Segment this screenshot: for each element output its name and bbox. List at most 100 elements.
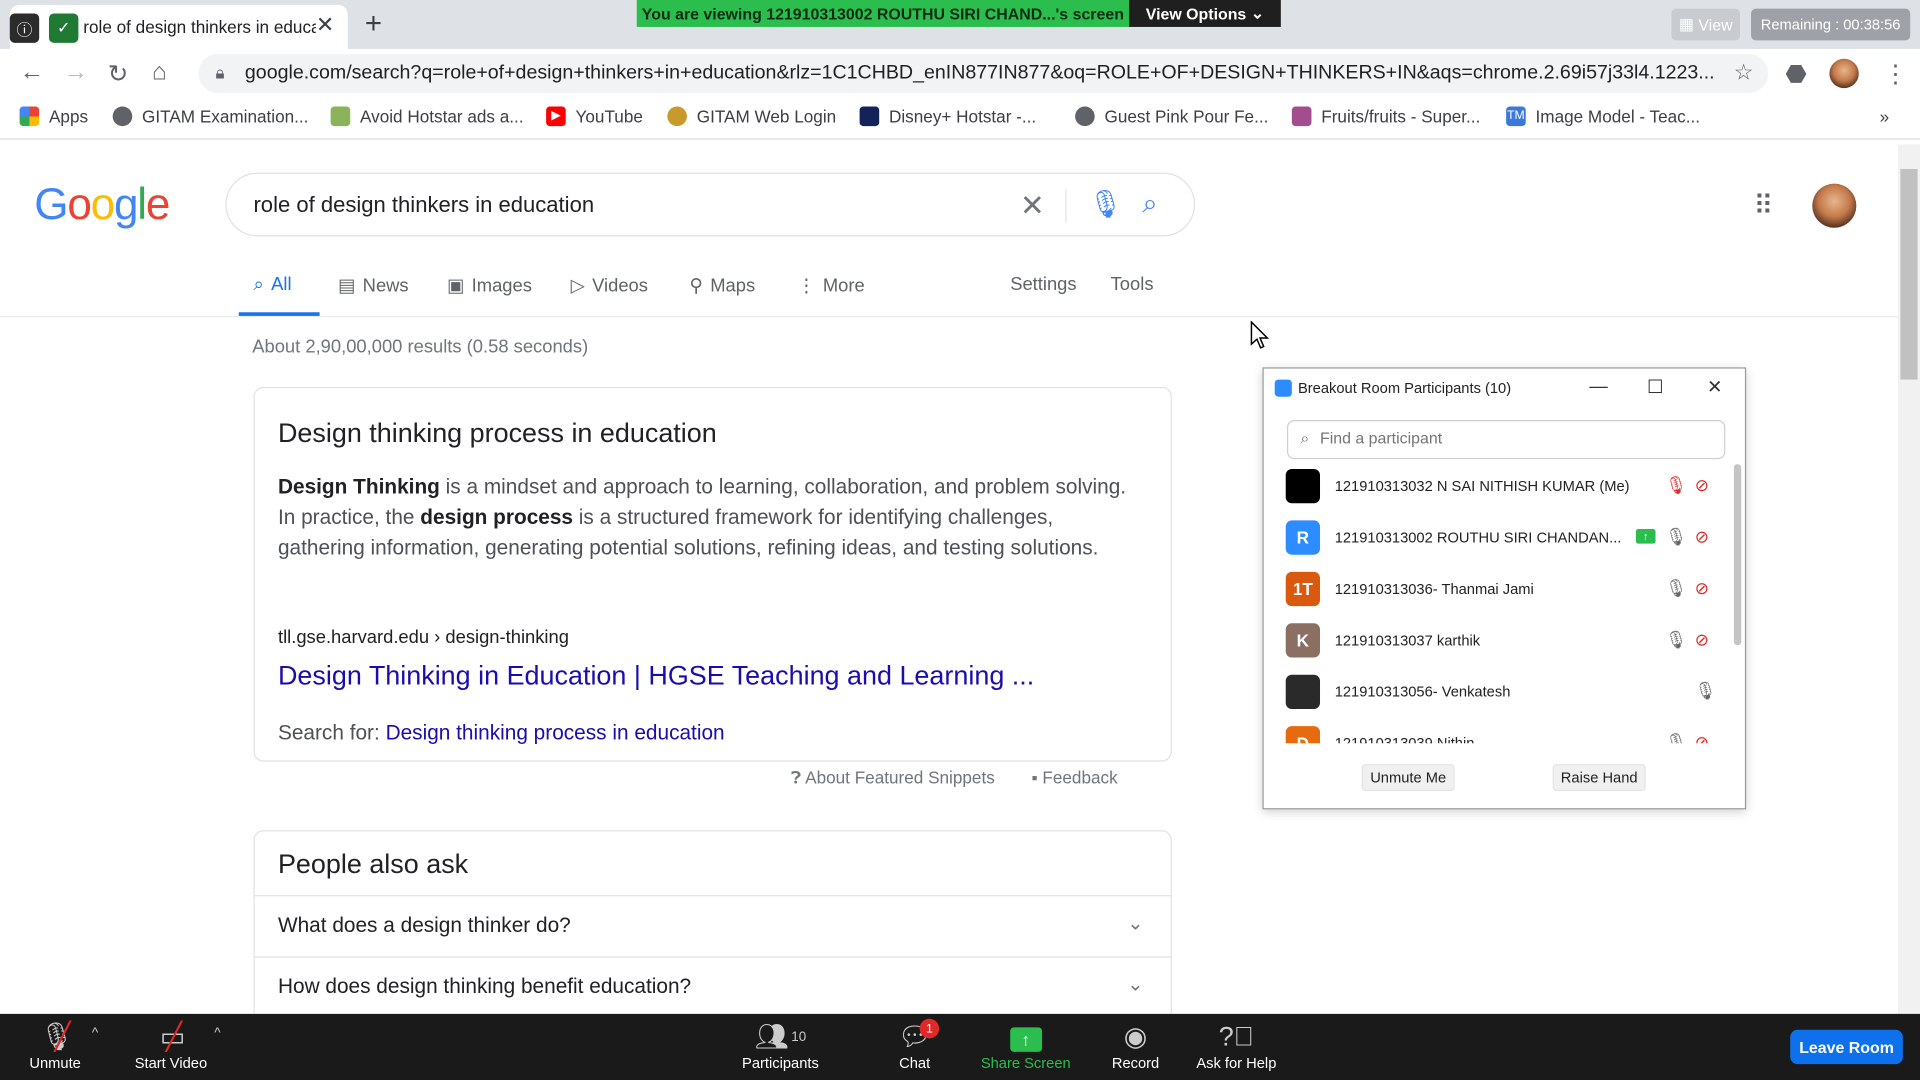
participant-row[interactable]: K 121910313037 karthik 🎙︎ ⊘	[1276, 616, 1727, 665]
browser-menu-icon[interactable]: ⋮	[1883, 59, 1907, 90]
extensions-icon[interactable]: ⬣	[1785, 59, 1806, 90]
view-button[interactable]: ▦ View	[1671, 8, 1741, 41]
close-icon[interactable]: ✕	[1707, 376, 1722, 398]
snippet-body: Design Thinking is a mindset and approac…	[278, 471, 1135, 563]
feedback-link[interactable]: ▪ Feedback	[1032, 768, 1118, 789]
video-off-icon[interactable]: ⊘	[1695, 629, 1709, 650]
back-icon[interactable]: ←	[20, 59, 44, 87]
find-participant-input[interactable]	[1320, 428, 1712, 447]
paa-question[interactable]: How does design thinking benefit educati…	[254, 956, 1171, 1017]
more-icon: ⋮	[797, 275, 816, 297]
unmute-button[interactable]: 🎙︎╱ Unmute	[29, 1020, 80, 1071]
tab-images[interactable]: ▣ Images	[447, 274, 532, 296]
unmute-me-button[interactable]: Unmute Me	[1361, 764, 1455, 792]
bookmark-star-icon[interactable]: ☆	[1734, 60, 1754, 86]
tab-all[interactable]: ⌕ All	[253, 274, 291, 295]
bookmarks-overflow-icon[interactable]: »	[1880, 107, 1890, 127]
participant-row[interactable]: 1T 121910313036- Thanmai Jami 🎙︎ ⊘	[1276, 564, 1727, 613]
raise-hand-button[interactable]: Raise Hand	[1552, 764, 1646, 792]
video-off-icon[interactable]: ⊘	[1695, 732, 1709, 743]
active-tab-indicator	[238, 312, 320, 316]
bookmark-disney-hotstar[interactable]: Disney+ Hotstar -...	[859, 106, 1036, 127]
find-participant-field[interactable]: ⌕	[1286, 420, 1726, 460]
snippet-link[interactable]: Design Thinking in Education | HGSE Teac…	[278, 660, 1034, 692]
mic-icon[interactable]: 🎙︎	[1665, 527, 1687, 548]
video-off-icon[interactable]: ⊘	[1695, 578, 1709, 599]
google-logo[interactable]: Google	[34, 179, 170, 230]
tab-tools[interactable]: Tools	[1111, 274, 1154, 295]
participant-row[interactable]: 121910313056- Venkatesh 🎙︎	[1276, 667, 1727, 716]
tab-news[interactable]: ▤ News	[338, 274, 409, 296]
bookmark-apps[interactable]: Apps	[19, 106, 89, 127]
participant-row[interactable]: 121910313032 N SAI NITHISH KUMAR (Me) 🎙︎…	[1276, 462, 1727, 511]
tab-maps[interactable]: ⚲ Maps	[689, 274, 755, 296]
profile-avatar[interactable]	[1829, 58, 1859, 89]
mic-muted-icon[interactable]: 🎙︎	[1665, 475, 1687, 496]
participant-name: 121910313037 karthik	[1334, 631, 1481, 649]
record-button[interactable]: ◉ Record	[1112, 1020, 1159, 1071]
bookmark-gitam-login[interactable]: GITAM Web Login	[667, 106, 836, 127]
paa-question[interactable]: What does a design thinker do? ⌄	[254, 895, 1171, 956]
bookmark-image-model[interactable]: TM Image Model - Teac...	[1506, 106, 1700, 127]
tab-settings[interactable]: Settings	[1010, 274, 1076, 295]
search-for-link[interactable]: Design thinking process in education	[386, 721, 725, 744]
share-screen-button[interactable]: ↑ Share Screen	[981, 1020, 1071, 1071]
participant-row[interactable]: R 121910313002 ROUTHU SIRI CHANDAN... ↑ …	[1276, 513, 1727, 562]
bookmark-youtube[interactable]: ▶ YouTube	[546, 106, 643, 127]
search-query[interactable]: role of design thinkers in education	[253, 192, 594, 218]
bookmark-label: GITAM Examination...	[142, 106, 309, 127]
tab-more[interactable]: ⋮ More	[797, 274, 865, 296]
mic-icon[interactable]: 🎙︎	[1665, 732, 1687, 743]
video-off-icon: ▭╱	[159, 1021, 186, 1052]
ask-for-help-button[interactable]: ?⃝ Ask for Help	[1196, 1020, 1276, 1071]
sharing-screen-icon: ↑	[1635, 528, 1656, 544]
reload-icon[interactable]: ↻	[108, 59, 129, 90]
participants-button[interactable]: 👥︎ 10 Participants	[742, 1020, 819, 1071]
url-text[interactable]: google.com/search?q=role+of+design+think…	[245, 62, 1714, 84]
voice-search-icon[interactable]: 🎙︎	[1089, 189, 1123, 221]
zoom-icon	[1274, 379, 1292, 397]
new-tab-icon[interactable]: +	[365, 7, 382, 41]
address-bar[interactable]: 🔒︎ google.com/search?q=role+of+design+th…	[198, 53, 1769, 94]
bookmark-gitam-exam[interactable]: GITAM Examination...	[112, 106, 309, 127]
about-snippets-link[interactable]: ❓︎ About Featured Snippets	[791, 768, 995, 789]
chevron-down-icon: ⌄	[1127, 913, 1144, 935]
forward-icon[interactable]: →	[64, 59, 88, 87]
bookmark-label: Apps	[48, 106, 89, 127]
info-icon[interactable]: ⓘ	[9, 13, 40, 43]
google-apps-icon[interactable]: ⠿	[1753, 190, 1773, 222]
search-icon[interactable]: ⌕	[1142, 187, 1157, 219]
google-account-avatar[interactable]	[1812, 183, 1857, 228]
mic-icon[interactable]: 🎙︎	[1695, 681, 1717, 702]
chat-label: Chat	[899, 1054, 931, 1072]
bookmark-fruits[interactable]: Fruits/fruits - Super...	[1291, 106, 1480, 127]
audio-options-caret-icon[interactable]: ^	[92, 1026, 98, 1041]
leave-room-button[interactable]: Leave Room	[1790, 1029, 1903, 1065]
participant-list-scrollbar[interactable]	[1733, 464, 1742, 646]
browser-tab[interactable]: ⓘ ✓ role of design thinkers in education…	[9, 4, 348, 49]
video-off-icon[interactable]: ⊘	[1695, 527, 1709, 548]
mic-icon[interactable]: 🎙︎	[1665, 629, 1687, 650]
home-icon[interactable]: ⌂	[152, 59, 167, 87]
mic-icon[interactable]: 🎙︎	[1665, 578, 1687, 599]
search-box[interactable]: role of design thinkers in education ✕ 🎙…	[225, 172, 1196, 237]
minimize-icon[interactable]: —	[1589, 376, 1607, 397]
participant-row[interactable]: D 121910313039 Nithin 🎙︎ ⊘	[1276, 719, 1727, 744]
clear-search-icon[interactable]: ✕	[1020, 189, 1045, 225]
view-options-button[interactable]: View Options ⌄	[1128, 0, 1281, 27]
bookmark-pink-pour[interactable]: Guest Pink Pour Fe...	[1075, 106, 1268, 127]
lock-icon: 🔒︎	[215, 62, 225, 83]
page-scrollbar-thumb[interactable]	[1900, 168, 1918, 380]
tab-videos[interactable]: ▷ Videos	[571, 274, 648, 296]
close-tab-icon[interactable]: ✕	[316, 12, 334, 38]
maximize-icon[interactable]: ☐	[1647, 376, 1663, 398]
start-video-button[interactable]: ▭╱ Start Video	[135, 1020, 207, 1071]
video-off-icon[interactable]: ⊘	[1695, 475, 1709, 496]
browser-toolbar: ← → ↻ ⌂ 🔒︎ google.com/search?q=role+of+d…	[0, 48, 1920, 98]
video-options-caret-icon[interactable]: ^	[214, 1026, 220, 1041]
avatar	[1285, 468, 1321, 504]
bookmark-hotstar-ads[interactable]: Avoid Hotstar ads a...	[330, 106, 524, 127]
search-icon: ⌕	[1300, 428, 1310, 447]
tab-label: Tools	[1110, 274, 1154, 296]
apps-grid-icon	[19, 106, 40, 127]
